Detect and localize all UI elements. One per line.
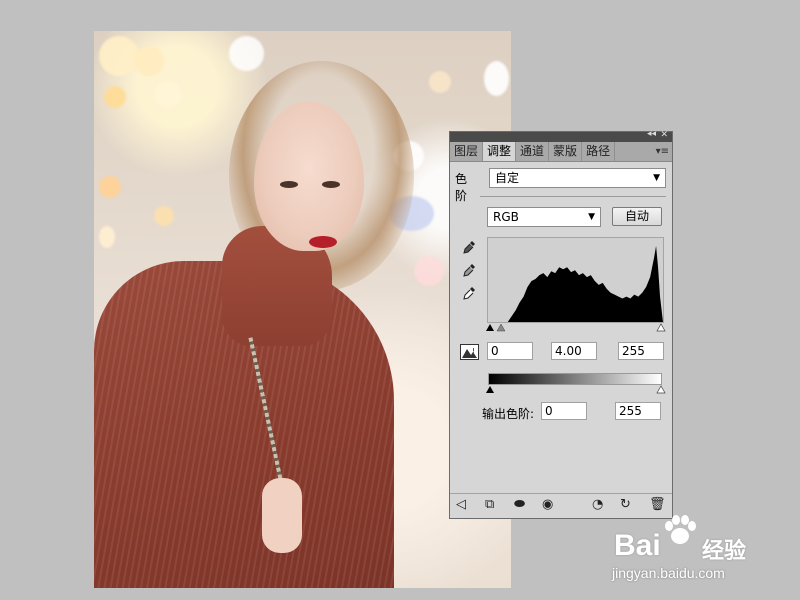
tab-channels[interactable]: 通道 bbox=[516, 142, 550, 161]
output-slider-track[interactable] bbox=[483, 385, 669, 395]
bokeh-light bbox=[99, 176, 121, 198]
lips bbox=[309, 236, 337, 248]
input-black-slider[interactable] bbox=[486, 324, 494, 331]
auto-button[interactable]: 自动 bbox=[612, 207, 662, 226]
right-eye bbox=[322, 181, 340, 188]
channel-select[interactable]: RGB ▼ bbox=[487, 207, 601, 227]
close-icon[interactable]: ✕ bbox=[660, 130, 668, 140]
watermark-brand-suffix: 经验 bbox=[702, 539, 747, 564]
adjustments-panel: ◂◂ ✕ 图层 调整 通道 蒙版 路径 ▾≡ 色阶 自定 ▼ RGB ▼ 自动 bbox=[449, 129, 673, 519]
left-eye bbox=[280, 181, 298, 188]
dropdown-arrow-icon: ▼ bbox=[653, 173, 660, 183]
bokeh-light bbox=[484, 61, 509, 96]
tab-masks[interactable]: 蒙版 bbox=[549, 142, 583, 161]
tab-paths[interactable]: 路径 bbox=[582, 142, 616, 161]
output-gradient-bar bbox=[488, 373, 662, 385]
baidu-jingyan-watermark: Bai 经验 jingyan.baidu.com bbox=[612, 515, 772, 585]
bokeh-light bbox=[134, 46, 164, 76]
bokeh-light bbox=[104, 86, 126, 108]
previous-state-icon[interactable]: ◔ bbox=[592, 498, 603, 512]
input-slider-track[interactable] bbox=[483, 323, 669, 333]
output-white-field[interactable]: 255 bbox=[615, 402, 661, 420]
eyedropper-white-icon[interactable] bbox=[462, 286, 476, 302]
panel-titlebar[interactable]: ◂◂ ✕ bbox=[450, 129, 672, 142]
watermark-url: jingyan.baidu.com bbox=[612, 565, 725, 581]
tab-layers[interactable]: 图层 bbox=[450, 142, 484, 161]
bokeh-light bbox=[414, 256, 444, 286]
svg-text:!: ! bbox=[472, 347, 475, 355]
clipping-warning-icon[interactable]: ! bbox=[460, 344, 479, 360]
preset-select[interactable]: 自定 ▼ bbox=[489, 168, 666, 188]
input-black-field[interactable]: 0 bbox=[487, 342, 533, 360]
bokeh-light bbox=[99, 36, 139, 76]
paw-logo bbox=[665, 515, 696, 544]
channel-select-value: RGB bbox=[493, 210, 519, 224]
output-levels-label: 输出色阶: bbox=[482, 407, 535, 421]
panel-menu-icon[interactable]: ▾≡ bbox=[656, 142, 669, 161]
bokeh-light bbox=[229, 36, 264, 71]
watermark-brand: Bai bbox=[614, 529, 661, 562]
hand bbox=[262, 478, 302, 553]
reset-icon[interactable]: ↻ bbox=[620, 498, 631, 512]
trash-icon[interactable]: 🗑 bbox=[649, 498, 666, 512]
eyedropper-black-icon[interactable] bbox=[462, 240, 476, 256]
output-black-slider[interactable] bbox=[486, 386, 494, 393]
visibility-eye-icon[interactable]: ◉ bbox=[542, 498, 553, 512]
bokeh-light bbox=[429, 71, 451, 93]
clip-to-layer-icon[interactable]: ⬬ bbox=[514, 498, 525, 512]
histogram bbox=[487, 237, 664, 323]
input-white-field[interactable]: 255 bbox=[618, 342, 664, 360]
input-gamma-field[interactable]: 4.00 bbox=[551, 342, 597, 360]
collapse-panel-icon[interactable]: ◂◂ bbox=[647, 129, 656, 139]
adjustment-type-label: 色阶 bbox=[455, 172, 468, 203]
back-arrow-icon[interactable]: ◁ bbox=[456, 498, 466, 512]
dropdown-arrow-icon: ▼ bbox=[588, 212, 595, 222]
input-gamma-slider[interactable] bbox=[496, 323, 506, 332]
bokeh-light bbox=[99, 226, 115, 248]
bokeh-light bbox=[154, 206, 174, 226]
output-white-slider[interactable] bbox=[656, 385, 666, 394]
input-white-slider[interactable] bbox=[656, 323, 666, 332]
eyedropper-gray-icon[interactable] bbox=[462, 263, 476, 279]
preset-select-value: 自定 bbox=[495, 171, 520, 185]
tab-adjustments[interactable]: 调整 bbox=[483, 142, 517, 161]
panel-tabs: 图层 调整 通道 蒙版 路径 ▾≡ bbox=[450, 142, 672, 162]
bokeh-light bbox=[154, 81, 182, 109]
expand-view-icon[interactable]: ⧉ bbox=[485, 498, 494, 512]
divider bbox=[480, 196, 666, 197]
output-black-field[interactable]: 0 bbox=[541, 402, 587, 420]
